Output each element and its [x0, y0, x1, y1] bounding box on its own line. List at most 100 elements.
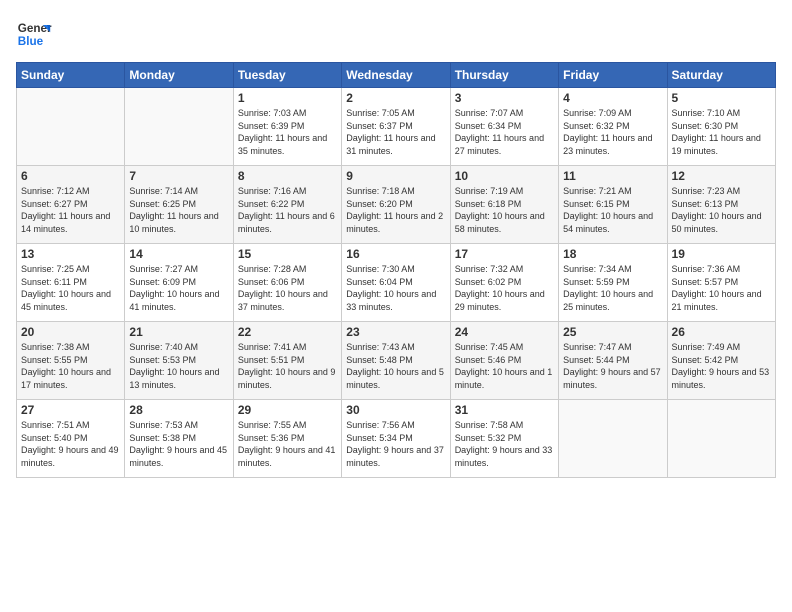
calendar-cell: 26Sunrise: 7:49 AM Sunset: 5:42 PM Dayli… [667, 322, 775, 400]
calendar-cell: 1Sunrise: 7:03 AM Sunset: 6:39 PM Daylig… [233, 88, 341, 166]
weekday-header-wednesday: Wednesday [342, 63, 450, 88]
cell-text: Sunrise: 7:05 AM Sunset: 6:37 PM Dayligh… [346, 107, 445, 157]
calendar-cell: 10 Sunrise: 7:19 AM Sunset: 6:18 PM Dayli… [450, 166, 558, 244]
day-number: 21 [129, 325, 228, 339]
weekday-header-friday: Friday [559, 63, 667, 88]
svg-text:Blue: Blue [18, 35, 44, 48]
logo-icon: General Blue [16, 16, 52, 52]
cell-text: Sunrise: 7:34 AM Sunset: 5:59 PM Dayligh… [563, 263, 662, 313]
calendar-cell: 8 Sunrise: 7:16 AM Sunset: 6:22 PM Daylig… [233, 166, 341, 244]
calendar-cell: 6 Sunrise: 7:12 AM Sunset: 6:27 PM Daylig… [17, 166, 125, 244]
cell-text: Sunrise: 7:28 AM Sunset: 6:06 PM Dayligh… [238, 263, 337, 313]
day-number: 3 [455, 91, 554, 105]
calendar-cell: 7 Sunrise: 7:14 AM Sunset: 6:25 PM Daylig… [125, 166, 233, 244]
calendar-cell [667, 400, 775, 478]
page-container: General Blue SundayMondayTuesdayWednesda… [0, 0, 792, 612]
day-number: 4 [563, 91, 662, 105]
day-number: 23 [346, 325, 445, 339]
calendar-cell: 21 Sunrise: 7:40 AM Sunset: 5:53 PM Dayli… [125, 322, 233, 400]
calendar-week-4: 20 Sunrise: 7:38 AM Sunset: 5:55 PM Dayli… [17, 322, 776, 400]
day-number: 31 [455, 403, 554, 417]
day-number: 24 [455, 325, 554, 339]
cell-text: Sunrise: 7:45 AM Sunset: 5:46 PM Dayligh… [455, 341, 554, 391]
calendar-week-5: 27Sunrise: 7:51 AM Sunset: 5:40 PM Dayli… [17, 400, 776, 478]
calendar-cell [125, 88, 233, 166]
day-number: 28 [129, 403, 228, 417]
cell-text: Sunrise: 7:18 AM Sunset: 6:20 PM Dayligh… [346, 185, 445, 235]
day-number: 9 [346, 169, 445, 183]
cell-text: Sunrise: 7:40 AM Sunset: 5:53 PM Dayligh… [129, 341, 228, 391]
calendar-cell: 12 Sunrise: 7:23 AM Sunset: 6:13 PM Dayli… [667, 166, 775, 244]
calendar-cell: 19 Sunrise: 7:36 AM Sunset: 5:57 PM Dayli… [667, 244, 775, 322]
calendar-week-3: 13 Sunrise: 7:25 AM Sunset: 6:11 PM Dayli… [17, 244, 776, 322]
day-number: 16 [346, 247, 445, 261]
cell-text: Sunrise: 7:21 AM Sunset: 6:15 PM Dayligh… [563, 185, 662, 235]
day-number: 8 [238, 169, 337, 183]
cell-text: Sunrise: 7:55 AM Sunset: 5:36 PM Dayligh… [238, 419, 337, 469]
calendar-cell: 31 Sunrise: 7:58 AM Sunset: 5:32 PM Dayli… [450, 400, 558, 478]
weekday-header-saturday: Saturday [667, 63, 775, 88]
calendar-cell: 9 Sunrise: 7:18 AM Sunset: 6:20 PM Daylig… [342, 166, 450, 244]
day-number: 11 [563, 169, 662, 183]
calendar-cell: 30 Sunrise: 7:56 AM Sunset: 5:34 PM Dayli… [342, 400, 450, 478]
calendar-cell: 18 Sunrise: 7:34 AM Sunset: 5:59 PM Dayli… [559, 244, 667, 322]
weekday-header-thursday: Thursday [450, 63, 558, 88]
cell-text: Sunrise: 7:23 AM Sunset: 6:13 PM Dayligh… [672, 185, 771, 235]
day-number: 1 [238, 91, 337, 105]
cell-text: Sunrise: 7:12 AM Sunset: 6:27 PM Dayligh… [21, 185, 120, 235]
day-number: 7 [129, 169, 228, 183]
calendar-cell: 22 Sunrise: 7:41 AM Sunset: 5:51 PM Dayli… [233, 322, 341, 400]
day-number: 26 [672, 325, 771, 339]
calendar-cell: 16 Sunrise: 7:30 AM Sunset: 6:04 PM Dayli… [342, 244, 450, 322]
calendar-cell: 11 Sunrise: 7:21 AM Sunset: 6:15 PM Dayli… [559, 166, 667, 244]
day-number: 22 [238, 325, 337, 339]
calendar-cell: 24 Sunrise: 7:45 AM Sunset: 5:46 PM Dayli… [450, 322, 558, 400]
day-number: 14 [129, 247, 228, 261]
calendar-cell [17, 88, 125, 166]
weekday-header-sunday: Sunday [17, 63, 125, 88]
cell-text: Sunrise: 7:09 AM Sunset: 6:32 PM Dayligh… [563, 107, 662, 157]
calendar-header-row: SundayMondayTuesdayWednesdayThursdayFrid… [17, 63, 776, 88]
weekday-header-monday: Monday [125, 63, 233, 88]
cell-text: Sunrise: 7:41 AM Sunset: 5:51 PM Dayligh… [238, 341, 337, 391]
calendar-cell: 17Sunrise: 7:32 AM Sunset: 6:02 PM Dayli… [450, 244, 558, 322]
calendar-cell: 20 Sunrise: 7:38 AM Sunset: 5:55 PM Dayli… [17, 322, 125, 400]
cell-text: Sunrise: 7:38 AM Sunset: 5:55 PM Dayligh… [21, 341, 120, 391]
day-number: 15 [238, 247, 337, 261]
day-number: 10 [455, 169, 554, 183]
page-header: General Blue [16, 16, 776, 52]
cell-text: Sunrise: 7:58 AM Sunset: 5:32 PM Dayligh… [455, 419, 554, 469]
cell-text: Sunrise: 7:07 AM Sunset: 6:34 PM Dayligh… [455, 107, 554, 157]
day-number: 13 [21, 247, 120, 261]
day-number: 30 [346, 403, 445, 417]
cell-text: Sunrise: 7:30 AM Sunset: 6:04 PM Dayligh… [346, 263, 445, 313]
cell-text: Sunrise: 7:36 AM Sunset: 5:57 PM Dayligh… [672, 263, 771, 313]
calendar-cell: 4 Sunrise: 7:09 AM Sunset: 6:32 PM Daylig… [559, 88, 667, 166]
day-number: 17 [455, 247, 554, 261]
cell-text: Sunrise: 7:25 AM Sunset: 6:11 PM Dayligh… [21, 263, 120, 313]
cell-text: Sunrise: 7:10 AM Sunset: 6:30 PM Dayligh… [672, 107, 771, 157]
day-number: 6 [21, 169, 120, 183]
calendar-cell: 15 Sunrise: 7:28 AM Sunset: 6:06 PM Dayli… [233, 244, 341, 322]
calendar-cell: 25 Sunrise: 7:47 AM Sunset: 5:44 PM Dayli… [559, 322, 667, 400]
day-number: 20 [21, 325, 120, 339]
cell-text: Sunrise: 7:47 AM Sunset: 5:44 PM Dayligh… [563, 341, 662, 391]
calendar-body: 1Sunrise: 7:03 AM Sunset: 6:39 PM Daylig… [17, 88, 776, 478]
calendar-cell [559, 400, 667, 478]
day-number: 25 [563, 325, 662, 339]
day-number: 12 [672, 169, 771, 183]
calendar-table: SundayMondayTuesdayWednesdayThursdayFrid… [16, 62, 776, 478]
logo: General Blue [16, 16, 52, 52]
cell-text: Sunrise: 7:27 AM Sunset: 6:09 PM Dayligh… [129, 263, 228, 313]
cell-text: Sunrise: 7:19 AM Sunset: 6:18 PM Dayligh… [455, 185, 554, 235]
day-number: 18 [563, 247, 662, 261]
cell-text: Sunrise: 7:14 AM Sunset: 6:25 PM Dayligh… [129, 185, 228, 235]
cell-text: Sunrise: 7:51 AM Sunset: 5:40 PM Dayligh… [21, 419, 120, 469]
calendar-cell: 28Sunrise: 7:53 AM Sunset: 5:38 PM Dayli… [125, 400, 233, 478]
cell-text: Sunrise: 7:16 AM Sunset: 6:22 PM Dayligh… [238, 185, 337, 235]
day-number: 19 [672, 247, 771, 261]
calendar-cell: 3 Sunrise: 7:07 AM Sunset: 6:34 PM Daylig… [450, 88, 558, 166]
day-number: 5 [672, 91, 771, 105]
cell-text: Sunrise: 7:56 AM Sunset: 5:34 PM Dayligh… [346, 419, 445, 469]
calendar-week-1: 1Sunrise: 7:03 AM Sunset: 6:39 PM Daylig… [17, 88, 776, 166]
